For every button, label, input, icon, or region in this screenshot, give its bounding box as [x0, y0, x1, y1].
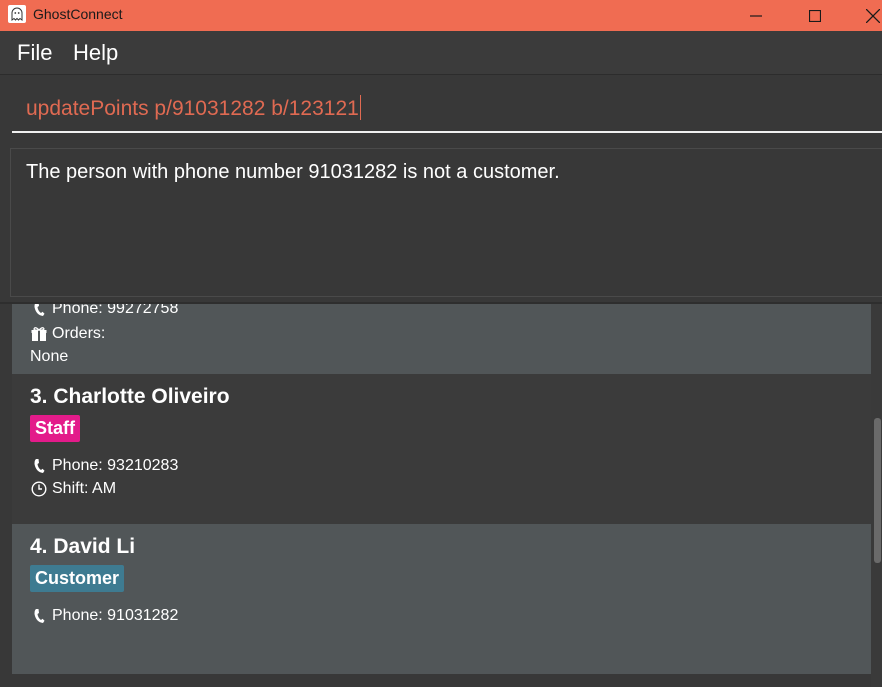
menu-bar: File Help	[0, 31, 882, 75]
ghost-app-icon	[8, 5, 26, 23]
staff-tag: Staff	[30, 415, 80, 442]
window-title: GhostConnect	[33, 6, 123, 22]
person-name: 3. Charlotte Oliveiro	[30, 385, 230, 408]
orders-value: None	[30, 348, 69, 365]
phone-field: Phone: 99272758	[30, 304, 178, 318]
phone-icon	[30, 304, 48, 318]
clock-icon	[30, 480, 48, 498]
person-card[interactable]: Phone: 99272758 Orders: None	[12, 304, 871, 374]
person-list[interactable]: Phone: 99272758 Orders: None 3. Charlott…	[0, 304, 882, 687]
menu-file[interactable]: File	[17, 40, 52, 66]
maximize-button[interactable]	[792, 0, 838, 31]
phone-icon	[30, 607, 48, 625]
person-name: 4. David Li	[30, 535, 136, 558]
phone-field: Phone: 93210283	[30, 457, 178, 475]
result-display[interactable]: The person with phone number 91031282 is…	[10, 148, 882, 297]
maximize-icon	[809, 9, 821, 22]
phone-field: Phone: 91031282	[30, 607, 178, 625]
minimize-icon	[750, 14, 762, 17]
shift-field: Shift: AM	[30, 480, 116, 498]
result-message: The person with phone number 91031282 is…	[26, 161, 560, 183]
gift-icon	[30, 325, 48, 343]
command-input[interactable]: updatePoints p/91031282 b/123121	[12, 86, 882, 133]
phone-icon	[30, 457, 48, 475]
orders-field: Orders:	[30, 325, 105, 343]
close-icon	[866, 8, 880, 23]
person-card[interactable]: 4. David Li Customer Phone: 91031282	[12, 524, 871, 674]
close-button[interactable]	[850, 0, 882, 31]
person-card[interactable]: 3. Charlotte Oliveiro Staff Phone: 93210…	[12, 374, 871, 524]
title-bar: GhostConnect	[0, 0, 882, 31]
menu-help[interactable]: Help	[73, 40, 118, 66]
minimize-button[interactable]	[733, 0, 779, 31]
command-input-text: updatePoints p/91031282 b/123121	[26, 95, 362, 121]
text-caret	[359, 95, 362, 120]
customer-tag: Customer	[30, 565, 125, 592]
list-scrollbar-thumb[interactable]	[874, 418, 881, 563]
